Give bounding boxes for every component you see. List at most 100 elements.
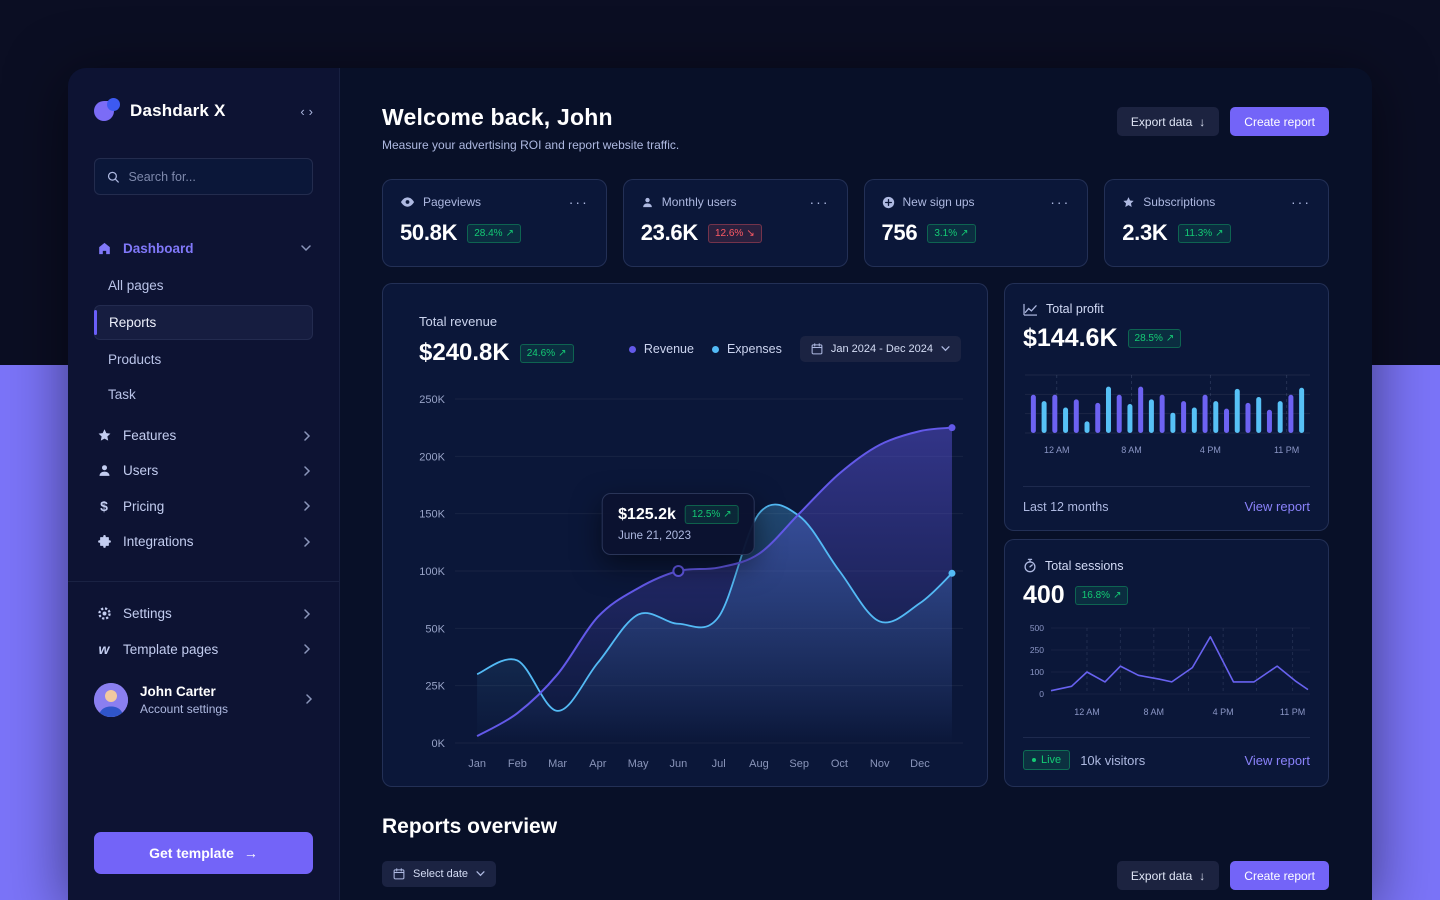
svg-text:100: 100: [1030, 667, 1044, 677]
svg-text:Jul: Jul: [712, 758, 726, 770]
profile-name: John Carter: [140, 684, 228, 699]
create-report-button[interactable]: Create report: [1230, 107, 1329, 136]
trend-down-icon: ↘: [746, 228, 754, 239]
sidebar-item-template-pages[interactable]: w Template pages: [94, 631, 313, 667]
chevron-right-icon: [306, 691, 313, 709]
account-settings[interactable]: John Carter Account settings: [94, 683, 313, 717]
create-report-label: Create report: [1244, 869, 1315, 883]
card-menu-button[interactable]: ···: [569, 198, 589, 206]
stats-row: Pageviews ··· 50.8K 28.4%↗ Monthly users…: [382, 179, 1329, 267]
create-report-label: Create report: [1244, 115, 1315, 129]
svg-text:12 AM: 12 AM: [1044, 445, 1070, 455]
view-report-link[interactable]: View report: [1244, 753, 1310, 768]
sidebar-item-pricing[interactable]: $ Pricing: [94, 488, 313, 524]
svg-text:100K: 100K: [419, 566, 445, 578]
stat-card-pageviews: Pageviews ··· 50.8K 28.4%↗: [382, 179, 607, 267]
chevron-down-icon: [301, 245, 311, 252]
total-sessions-card: Total sessions 400 16.8%↗ 010025050012 A…: [1004, 539, 1329, 787]
svg-text:4 PM: 4 PM: [1213, 707, 1234, 717]
sidebar-item-users[interactable]: Users: [94, 453, 313, 488]
stat-card-subscriptions: Subscriptions ··· 2.3K 11.3%↗: [1104, 179, 1329, 267]
dashboard-sub-list: All pages Reports Products Task: [94, 268, 313, 412]
sidebar-item-label: Pricing: [123, 499, 164, 514]
svg-text:50K: 50K: [425, 623, 445, 635]
sidebar-item-task[interactable]: Task: [94, 377, 313, 412]
stat-card-monthly-users: Monthly users ··· 23.6K 12.6%↘: [623, 179, 848, 267]
get-template-button[interactable]: Get template →: [94, 832, 313, 874]
stat-label: Monthly users: [662, 195, 737, 209]
legend-dot-revenue: [629, 346, 636, 353]
page-subtitle: Measure your advertising ROI and report …: [382, 138, 679, 152]
svg-text:11 PM: 11 PM: [1280, 707, 1305, 717]
user-icon: [96, 463, 112, 478]
stat-value: 23.6K: [641, 220, 698, 246]
svg-text:Feb: Feb: [508, 758, 527, 770]
card-menu-button[interactable]: ···: [810, 198, 830, 206]
stat-card-new-sign-ups: New sign ups ··· 756 3.1%↗: [864, 179, 1089, 267]
search-icon: [107, 170, 119, 184]
sidebar-item-integrations[interactable]: Integrations: [94, 524, 313, 559]
sidebar-item-reports[interactable]: Reports: [94, 305, 313, 340]
app-window: Dashdark X ‹ › Dashboard All pages Repor…: [68, 68, 1372, 900]
chevron-right-icon: [304, 466, 311, 476]
live-dot-icon: [1032, 758, 1036, 762]
sidebar-item-label: All pages: [108, 278, 164, 293]
trend-up-icon: ↗: [1215, 228, 1223, 239]
export-data-label: Export data: [1131, 115, 1192, 129]
profile-info: John Carter Account settings: [140, 684, 228, 716]
svg-text:Mar: Mar: [548, 758, 567, 770]
svg-text:Sep: Sep: [789, 758, 809, 770]
sidebar-item-label: Template pages: [123, 642, 218, 657]
chevron-right-icon: [304, 431, 311, 441]
sidebar-item-label: Task: [108, 387, 136, 402]
svg-text:150K: 150K: [419, 509, 445, 521]
trend-up-icon: ↗: [558, 348, 566, 359]
select-date-dropdown[interactable]: Select date: [382, 861, 496, 887]
live-badge: Live: [1023, 750, 1070, 770]
export-data-button[interactable]: Export data ↓: [1117, 861, 1219, 890]
total-revenue-card: Total revenue $240.8K 24.6%↗ Revenue: [382, 283, 988, 787]
export-data-button[interactable]: Export data ↓: [1117, 107, 1219, 136]
webflow-icon: w: [96, 641, 112, 657]
chevron-down-icon: [941, 346, 950, 352]
sidebar-item-label: Integrations: [123, 534, 194, 549]
arrow-right-icon: →: [244, 845, 258, 861]
total-profit-card: Total profit $144.6K 28.5%↗ 12 AM8 AM4 P…: [1004, 283, 1329, 531]
sidebar-item-all-pages[interactable]: All pages: [94, 268, 313, 303]
chevron-right-icon: [304, 644, 311, 654]
star-icon: [96, 428, 112, 443]
svg-text:200K: 200K: [419, 451, 445, 463]
sidebar-item-products[interactable]: Products: [94, 342, 313, 377]
search-input[interactable]: [128, 170, 300, 184]
get-template-label: Get template: [149, 845, 234, 861]
sidebar-collapse-button[interactable]: ‹ ›: [300, 104, 313, 119]
sidebar-item-dashboard[interactable]: Dashboard: [94, 231, 313, 266]
create-report-button[interactable]: Create report: [1230, 861, 1329, 890]
profile-subtitle: Account settings: [140, 702, 228, 716]
profit-footer-label: Last 12 months: [1023, 500, 1108, 514]
revenue-title: Total revenue: [419, 314, 574, 329]
stat-label: Subscriptions: [1143, 195, 1215, 209]
svg-text:4 PM: 4 PM: [1200, 445, 1221, 455]
page-title: Welcome back, John: [382, 104, 679, 131]
eye-icon: [400, 196, 415, 208]
card-menu-button[interactable]: ···: [1291, 198, 1311, 206]
trend-badge: 12.6%↘: [708, 224, 762, 243]
trend-up-icon: ↗: [1166, 333, 1174, 344]
star-icon: [1122, 196, 1135, 209]
svg-text:12 AM: 12 AM: [1074, 707, 1100, 717]
revenue-chart: 0K25K50K100K150K200K250KJanFebMarAprMayJ…: [409, 385, 961, 780]
svg-text:Jan: Jan: [468, 758, 486, 770]
sidebar-item-features[interactable]: Features: [94, 418, 313, 453]
svg-text:500: 500: [1030, 623, 1044, 633]
card-menu-button[interactable]: ···: [1050, 198, 1070, 206]
sidebar-item-settings[interactable]: Settings: [94, 596, 313, 631]
date-range-select[interactable]: Jan 2024 - Dec 2024: [800, 336, 961, 362]
date-range-value: Jan 2024 - Dec 2024: [831, 343, 933, 355]
view-report-link[interactable]: View report: [1244, 499, 1310, 514]
svg-text:May: May: [628, 758, 649, 770]
sidebar-item-label: Settings: [123, 606, 172, 621]
trend-badge: 28.4%↗: [467, 224, 521, 243]
search-box[interactable]: [94, 158, 313, 195]
export-data-label: Export data: [1131, 869, 1192, 883]
